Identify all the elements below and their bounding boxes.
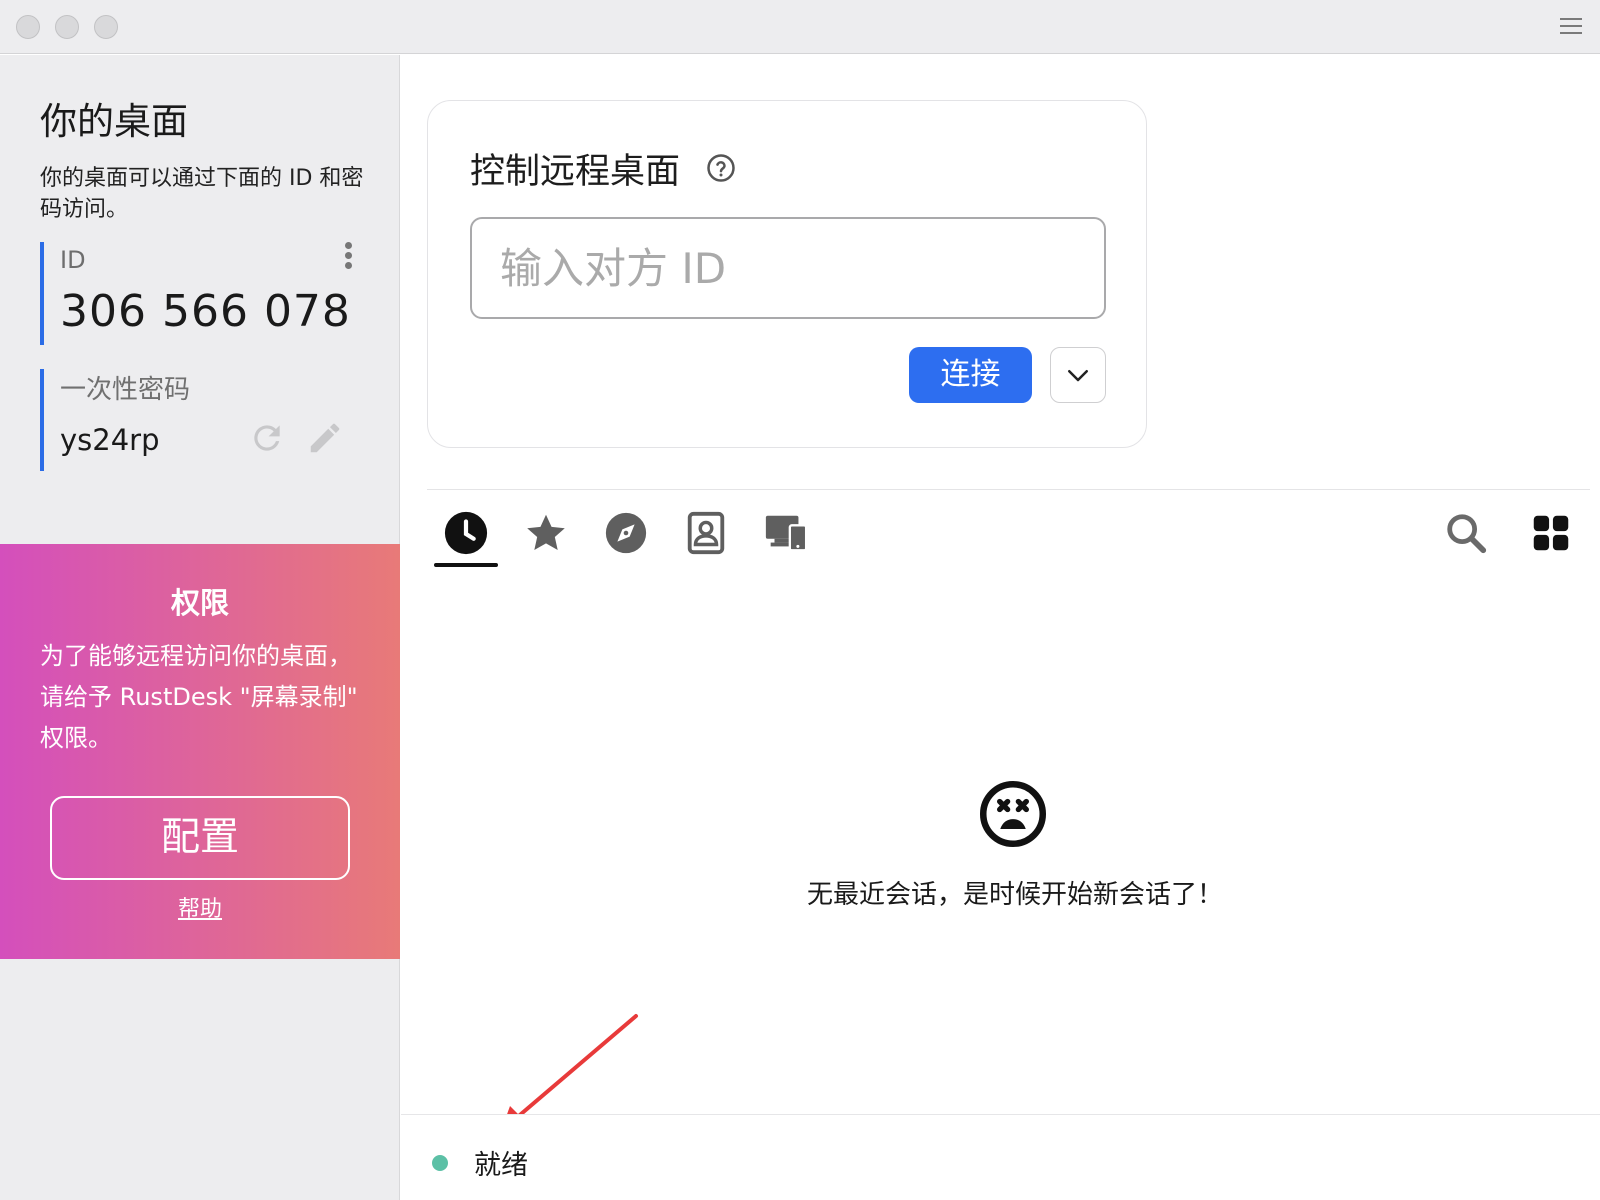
permission-text: 为了能够远程访问你的桌面，请给予 RustDesk "屏幕录制" 权限。 xyxy=(40,642,358,752)
left-panel: 你的桌面 你的桌面可以通过下面的 ID 和密码访问。 ID 306 566 07… xyxy=(0,55,400,1200)
divider xyxy=(427,489,1590,490)
minimize-window-button[interactable] xyxy=(55,15,79,39)
permission-panel: 权限 为了能够远程访问你的桌面，请给予 RustDesk "屏幕录制" 权限。 … xyxy=(0,544,400,959)
help-link[interactable]: 帮助 xyxy=(0,891,400,923)
status-bar: 就绪 xyxy=(401,1114,1600,1200)
password-value[interactable]: ys24rp xyxy=(60,423,160,457)
connect-button[interactable]: 连接 xyxy=(909,347,1032,403)
permission-title: 权限 xyxy=(170,586,229,620)
status-indicator-dot xyxy=(432,1155,448,1171)
tab-recent-clock-icon[interactable] xyxy=(443,510,489,556)
grid-view-icon[interactable] xyxy=(1528,510,1574,556)
your-desktop-title: 你的桌面 xyxy=(40,100,188,143)
id-section: ID 306 566 078 xyxy=(40,242,360,345)
password-label: 一次性密码 xyxy=(60,375,191,405)
remote-control-title: 控制远程桌面 xyxy=(470,152,681,192)
configure-button[interactable]: 配置 xyxy=(50,796,350,880)
menu-icon[interactable] xyxy=(1560,18,1582,36)
chevron-down-icon xyxy=(1068,370,1088,382)
connect-options-dropdown[interactable] xyxy=(1050,347,1106,403)
status-text: 就绪 xyxy=(474,1150,528,1181)
password-section: 一次性密码 ys24rp xyxy=(40,369,360,471)
id-label: ID xyxy=(60,246,86,274)
empty-state-message: 无最近会话，是时候开始新会话了！ xyxy=(806,880,1223,910)
refresh-icon[interactable] xyxy=(248,419,286,457)
tab-discovered-compass-icon[interactable] xyxy=(603,510,649,556)
id-value[interactable]: 306 566 078 xyxy=(60,286,351,337)
more-options-icon[interactable] xyxy=(341,242,355,274)
edit-pencil-icon[interactable] xyxy=(306,419,344,457)
remote-id-input[interactable] xyxy=(470,217,1106,319)
title-bar xyxy=(0,0,1600,54)
tab-devices-icon[interactable] xyxy=(763,510,809,556)
help-circle-icon[interactable] xyxy=(706,153,736,183)
tab-favorites-star-icon[interactable] xyxy=(523,510,569,556)
your-desktop-description: 你的桌面可以通过下面的 ID 和密码访问。 xyxy=(40,166,364,222)
zoom-window-button[interactable] xyxy=(94,15,118,39)
sad-face-icon xyxy=(979,780,1047,848)
close-window-button[interactable] xyxy=(16,15,40,39)
search-icon[interactable] xyxy=(1443,510,1489,556)
remote-control-card: 控制远程桌面 连接 xyxy=(427,100,1147,448)
active-tab-indicator xyxy=(434,563,498,567)
tab-address-book-icon[interactable] xyxy=(683,510,729,556)
